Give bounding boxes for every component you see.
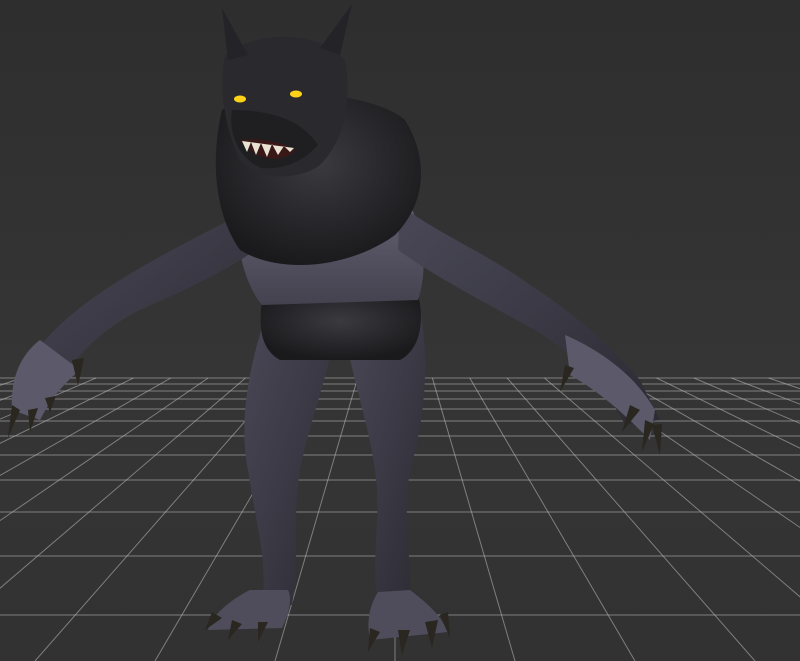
claws bbox=[8, 358, 662, 655]
right-eye bbox=[290, 90, 302, 98]
grid-line bbox=[0, 377, 246, 589]
grid-line bbox=[768, 377, 800, 390]
grid-line bbox=[0, 377, 134, 444]
left-eye bbox=[234, 95, 246, 103]
viewport-canvas[interactable] bbox=[0, 0, 800, 661]
grid-line bbox=[469, 377, 636, 661]
grid-line bbox=[731, 377, 800, 405]
left-ear bbox=[222, 8, 248, 60]
grid-line bbox=[544, 377, 800, 598]
grid-line bbox=[0, 377, 172, 477]
grid-line bbox=[581, 377, 800, 529]
3d-viewport[interactable] bbox=[0, 0, 800, 661]
werewolf-model[interactable] bbox=[8, 4, 662, 655]
right-ear bbox=[320, 4, 352, 55]
hips bbox=[260, 295, 421, 360]
left-foot bbox=[208, 590, 290, 630]
grid-line bbox=[656, 377, 800, 449]
